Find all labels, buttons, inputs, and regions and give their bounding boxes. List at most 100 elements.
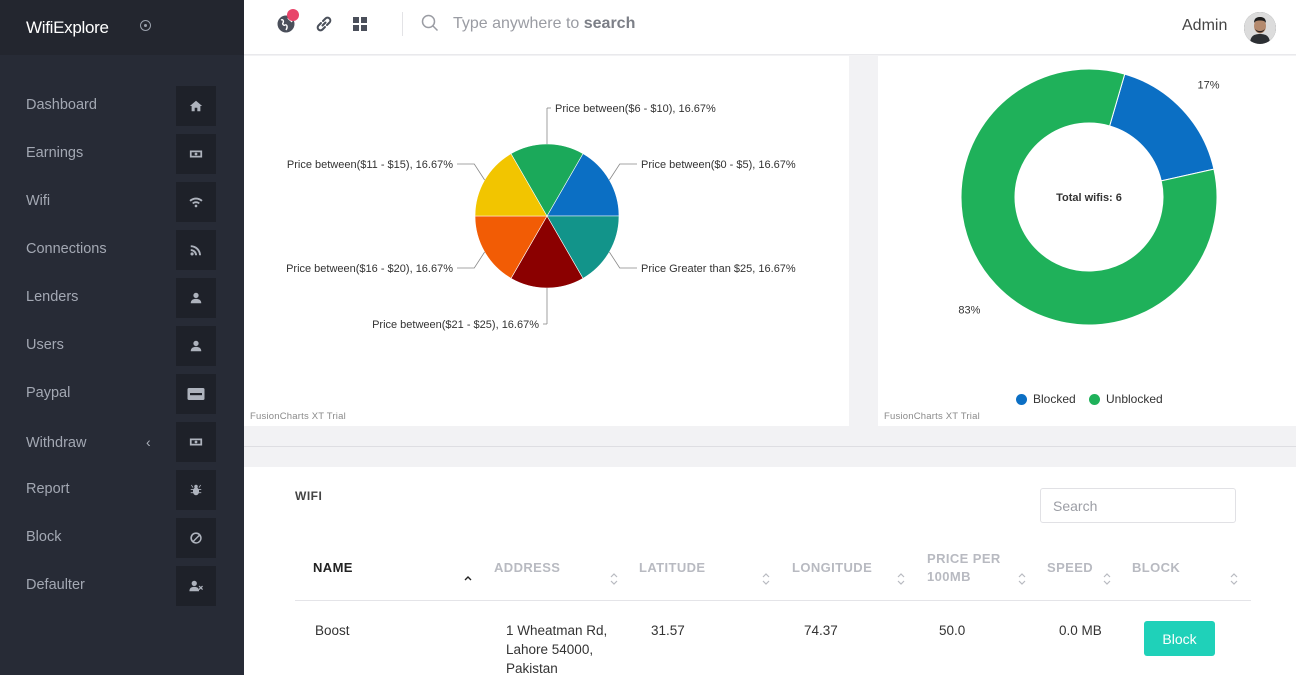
sidebar-item-connections[interactable]: Connections xyxy=(0,230,244,270)
cell-address-line2: Lahore 54000, xyxy=(506,642,594,657)
section-divider xyxy=(244,446,1296,447)
sidebar-item-users[interactable]: Users xyxy=(0,326,244,366)
doughnut-percent-label: 17% xyxy=(1198,80,1220,92)
search-icon[interactable] xyxy=(421,14,439,32)
pie-slice-label: Price between($21 - $25), 16.67% xyxy=(372,319,539,331)
sort-asc-icon[interactable] xyxy=(464,571,472,583)
column-header-address[interactable]: ADDRESS xyxy=(494,559,560,577)
legend-label: Unblocked xyxy=(1106,392,1163,406)
sort-icon[interactable] xyxy=(1103,572,1111,585)
price-pie-chart: Price between($0 - $5), 16.67% Price Grea… xyxy=(286,103,796,331)
column-header-speed[interactable]: SPEED xyxy=(1047,559,1093,577)
block-doughnut-chart-panel: 17% 83% Total wifis: 6 Blocked Unblocked F… xyxy=(878,56,1296,426)
legend-unblocked[interactable]: Unblocked xyxy=(1089,392,1163,406)
sidebar-item-block[interactable]: Block xyxy=(0,518,244,558)
cell-latitude: 31.57 xyxy=(651,623,685,638)
pie-leader-line xyxy=(609,251,637,269)
sidebar-item-label: Report xyxy=(26,481,70,497)
table-search-input[interactable] xyxy=(1040,488,1236,523)
sidebar-header: WifiExplore xyxy=(0,0,244,55)
legend-unblocked-icon xyxy=(1089,393,1100,405)
bug-icon xyxy=(176,470,216,510)
sidebar-item-label: Users xyxy=(26,337,64,353)
cell-longitude: 74.37 xyxy=(804,623,838,638)
doughnut-percent-label: 83% xyxy=(958,304,980,316)
cell-address: 1 Wheatman Rd, Lahore 54000, Pakistan xyxy=(506,621,607,675)
sort-icon[interactable] xyxy=(1018,572,1026,585)
avatar[interactable] xyxy=(1244,12,1276,44)
sidebar: WifiExplore Dashboard Earnings Wifi Conn… xyxy=(0,0,244,675)
pie-leader-line xyxy=(457,251,485,269)
sidebar-item-lenders[interactable]: Lenders xyxy=(0,278,244,318)
cell-address-line3: Pakistan xyxy=(506,661,558,675)
legend-label: Blocked xyxy=(1033,392,1076,406)
column-header-price-line2: 100MB xyxy=(927,569,971,584)
paypal-icon xyxy=(176,374,216,414)
chevron-left-icon[interactable]: ‹ xyxy=(146,434,151,450)
pie-slice-label: Price between($11 - $15), 16.67% xyxy=(287,159,453,171)
sidebar-item-label: Lenders xyxy=(26,289,79,305)
sidebar-item-label: Connections xyxy=(26,241,107,257)
user-name[interactable]: Admin xyxy=(1182,17,1227,35)
cell-price: 50.0 xyxy=(939,623,966,638)
sort-icon[interactable] xyxy=(1230,572,1238,585)
pie-slice-label: Price between($0 - $5), 16.67% xyxy=(641,159,796,171)
sidebar-item-wifi[interactable]: Wifi xyxy=(0,182,244,222)
column-header-latitude[interactable]: LATITUDE xyxy=(639,559,706,577)
sidebar-item-withdraw[interactable]: Withdraw ‹ xyxy=(0,422,244,462)
sidebar-item-defaulter[interactable]: Defaulter xyxy=(0,566,244,606)
block-doughnut-chart: 17% 83% Total wifis: 6 xyxy=(958,68,1220,326)
sidebar-item-label: Paypal xyxy=(26,385,71,401)
column-header-block[interactable]: BLOCK xyxy=(1132,559,1180,577)
sidebar-item-label: Earnings xyxy=(26,145,84,161)
price-pie-chart-panel: Price between($0 - $5), 16.67% Price Grea… xyxy=(244,56,849,426)
column-header-name[interactable]: NAME xyxy=(313,559,353,577)
wifi-table-panel: WIFI NAME ADDRESS LATITUDE LONGITUDE PRI… xyxy=(244,467,1296,675)
sidebar-item-label: Dashboard xyxy=(26,97,97,113)
table-title: WIFI xyxy=(295,489,323,503)
cell-address-line1: 1 Wheatman Rd, xyxy=(506,623,608,638)
cell-speed: 0.0 MB xyxy=(1059,623,1102,638)
table-header-divider xyxy=(295,600,1251,601)
pie-slice-label: Price Greater than $25, 16.67% xyxy=(641,263,796,275)
block-button[interactable]: Block xyxy=(1144,621,1215,656)
sidebar-item-label: Defaulter xyxy=(26,577,85,593)
cell-name: Boost xyxy=(315,623,350,638)
sidebar-item-report[interactable]: Report xyxy=(0,470,244,510)
link-icon[interactable] xyxy=(314,14,334,34)
sidebar-item-label: Withdraw xyxy=(26,435,87,451)
sidebar-item-label: Wifi xyxy=(26,193,51,209)
sidebar-item-dashboard[interactable]: Dashboard xyxy=(0,86,244,126)
pie-slice-label: Price between($16 - $20), 16.67% xyxy=(286,263,453,275)
pie-leader-line xyxy=(457,163,485,181)
brand-logo[interactable]: WifiExplore xyxy=(26,18,109,38)
legend-blocked-icon xyxy=(1016,393,1027,405)
apps-grid-icon[interactable] xyxy=(350,14,370,34)
sort-icon[interactable] xyxy=(897,572,905,585)
column-header-price[interactable]: PRICE PER 100MB xyxy=(927,550,1001,586)
wifi-icon xyxy=(176,182,216,222)
legend-blocked[interactable]: Blocked xyxy=(1016,392,1076,406)
rss-icon xyxy=(176,230,216,270)
chart-watermark: FusionCharts XT Trial xyxy=(884,411,980,422)
global-search-input[interactable]: Type anywhere to search xyxy=(453,15,635,33)
ban-icon xyxy=(176,518,216,558)
sidebar-item-paypal[interactable]: Paypal xyxy=(0,374,244,414)
column-header-longitude[interactable]: LONGITUDE xyxy=(792,559,872,577)
user-times-icon xyxy=(176,566,216,606)
chart-watermark: FusionCharts XT Trial xyxy=(250,411,346,422)
sort-icon[interactable] xyxy=(610,572,618,585)
sidebar-toggle-icon[interactable] xyxy=(140,20,151,31)
search-prompt-text: Type anywhere to xyxy=(453,15,584,32)
column-header-price-line1: PRICE PER xyxy=(927,551,1001,566)
home-icon xyxy=(176,86,216,126)
sidebar-item-earnings[interactable]: Earnings xyxy=(0,134,244,174)
sidebar-item-label: Block xyxy=(26,529,62,545)
pie-slice-label: Price between($6 - $10), 16.67% xyxy=(555,103,716,115)
topbar-divider xyxy=(402,12,403,36)
pie-leader-line xyxy=(609,163,637,181)
sort-icon[interactable] xyxy=(762,572,770,585)
money-icon xyxy=(176,134,216,174)
top-bar: Type anywhere to search Admin xyxy=(244,0,1296,55)
user-icon xyxy=(176,278,216,318)
